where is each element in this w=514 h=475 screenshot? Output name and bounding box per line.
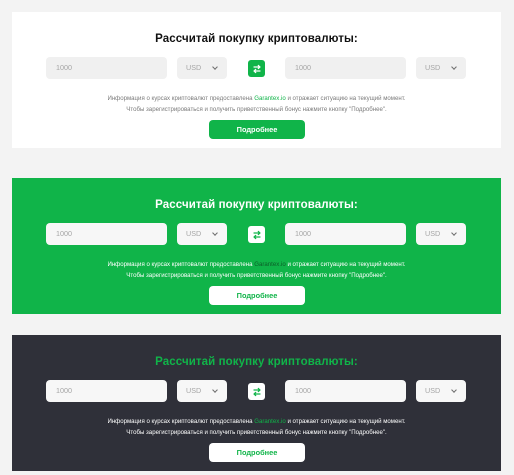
info-suffix: и отражает ситуацию на текущий момент.	[285, 418, 406, 425]
info-text: Информация о курсах криптовалют предоста…	[12, 259, 501, 281]
info-line-2: Чтобы зарегистрироваться и получить прив…	[126, 272, 387, 279]
chevron-down-icon	[212, 64, 218, 70]
from-currency-select[interactable]: USD	[177, 57, 227, 79]
chevron-down-icon	[212, 387, 218, 393]
to-currency-select[interactable]: USD	[416, 223, 466, 245]
from-currency-value: USD	[186, 229, 202, 238]
to-currency-value: USD	[425, 386, 441, 395]
garantex-link[interactable]: Garantex.io	[254, 261, 286, 268]
garantex-link[interactable]: Garantex.io	[254, 95, 286, 102]
info-text: Информация о курсах криптовалют предоста…	[12, 416, 501, 438]
swap-arrows-icon[interactable]	[248, 226, 265, 243]
info-prefix: Информация о курсах криптовалют предоста…	[107, 261, 255, 268]
swap-arrows-icon[interactable]	[248, 383, 265, 400]
swap-arrows-icon[interactable]	[248, 60, 265, 77]
info-text: Информация о курсах криптовалют предоста…	[12, 93, 501, 115]
info-suffix: и отражает ситуацию на текущий момент.	[285, 95, 406, 102]
to-currency-select[interactable]: USD	[416, 57, 466, 79]
calculator-panel-light: Рассчитай покупку криптовалюты: 1000 USD…	[12, 12, 501, 148]
to-currency-select[interactable]: USD	[416, 380, 466, 402]
from-amount-input[interactable]: 1000	[46, 223, 167, 245]
info-line-1: Информация о курсах криптовалют предоста…	[12, 416, 501, 427]
more-details-button[interactable]: Подробнее	[209, 443, 305, 462]
chevron-down-icon	[451, 387, 457, 393]
info-prefix: Информация о курсах криптовалют предоста…	[107, 418, 255, 425]
from-amount-input[interactable]: 1000	[46, 380, 167, 402]
chevron-down-icon	[451, 64, 457, 70]
panel-title: Рассчитай покупку криптовалюты:	[155, 199, 358, 211]
from-currency-select[interactable]: USD	[177, 380, 227, 402]
calculator-panel-green: Рассчитай покупку криптовалюты: 1000 USD…	[12, 178, 501, 314]
chevron-down-icon	[212, 230, 218, 236]
info-line-2: Чтобы зарегистрироваться и получить прив…	[126, 106, 387, 113]
more-details-button[interactable]: Подробнее	[209, 120, 305, 139]
to-amount-input[interactable]: 1000	[285, 57, 406, 79]
from-amount-input[interactable]: 1000	[46, 57, 167, 79]
panel-title: Рассчитай покупку криптовалюты:	[155, 33, 358, 45]
calculator-panel-dark: Рассчитай покупку криптовалюты: 1000 USD…	[12, 335, 501, 471]
to-amount-input[interactable]: 1000	[285, 380, 406, 402]
info-line-1: Информация о курсах криптовалют предоста…	[12, 259, 501, 270]
garantex-link[interactable]: Garantex.io	[254, 418, 286, 425]
chevron-down-icon	[451, 230, 457, 236]
from-currency-value: USD	[186, 63, 202, 72]
from-currency-select[interactable]: USD	[177, 223, 227, 245]
info-suffix: и отражает ситуацию на текущий момент.	[285, 261, 406, 268]
info-line-1: Информация о курсах криптовалют предоста…	[12, 93, 501, 104]
more-details-button[interactable]: Подробнее	[209, 286, 305, 305]
to-amount-input[interactable]: 1000	[285, 223, 406, 245]
info-line-2: Чтобы зарегистрироваться и получить прив…	[126, 429, 387, 436]
to-currency-value: USD	[425, 63, 441, 72]
panel-title: Рассчитай покупку криптовалюты:	[155, 356, 358, 368]
info-prefix: Информация о курсах криптовалют предоста…	[107, 95, 255, 102]
from-currency-value: USD	[186, 386, 202, 395]
to-currency-value: USD	[425, 229, 441, 238]
